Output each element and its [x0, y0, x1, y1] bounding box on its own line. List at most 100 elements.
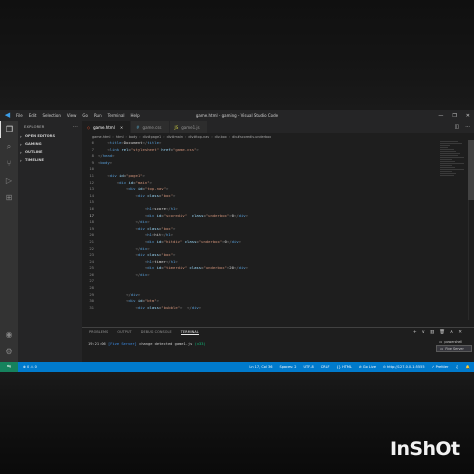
code-line[interactable]: 28 — [82, 285, 474, 292]
code-line[interactable]: 22 </div> — [82, 246, 474, 253]
breadcrumb-item[interactable]: html — [116, 135, 124, 139]
breadcrumb-item[interactable]: game.html — [92, 135, 110, 139]
minimap[interactable] — [440, 140, 466, 200]
tab-game-html[interactable]: ◇ game.html ✕ — [82, 121, 132, 133]
menu-edit[interactable]: Edit — [29, 113, 37, 118]
breadcrumb-item[interactable]: div#page1 — [143, 135, 162, 139]
minimize-icon[interactable]: — — [438, 113, 443, 119]
editor-scrollbar[interactable] — [468, 140, 474, 320]
menu-help[interactable]: Help — [131, 113, 140, 118]
code-token: class — [147, 304, 159, 310]
maximize-panel-icon[interactable]: ∧ — [450, 330, 453, 335]
code-line[interactable]: 12 <div id="main"> — [82, 180, 474, 187]
extensions-icon[interactable]: ⊞ — [0, 189, 18, 206]
code-token: > — [109, 159, 113, 165]
line-text: <title>Document</title> — [98, 140, 161, 147]
code-line[interactable]: 19 <div class="box"> — [82, 226, 474, 233]
search-icon[interactable]: ⌕ — [0, 138, 18, 155]
menu-file[interactable]: File — [16, 113, 23, 118]
tab-terminal[interactable]: TERMINAL — [180, 330, 199, 335]
accounts-icon[interactable]: ◉ — [0, 326, 18, 343]
menu-selection[interactable]: Selection — [42, 113, 60, 118]
code-line[interactable]: 11 <div id="page1"> — [82, 173, 474, 180]
notifications-bell-icon[interactable]: 🔔 — [466, 365, 470, 369]
problems-count[interactable]: ⊗ 0 ⚠ 0 — [23, 365, 37, 369]
go-live-button[interactable]: ⊘ Go Live — [359, 365, 376, 369]
line-text: <div id="hitdiv" class="underbox">0</div… — [98, 239, 241, 246]
code-line[interactable]: 27 — [82, 278, 474, 285]
indentation[interactable]: Spaces: 2 — [279, 365, 296, 369]
code-line[interactable]: 18 </div> — [82, 219, 474, 226]
encoding[interactable]: UTF-8 — [303, 365, 313, 369]
line-ending[interactable]: CRLF — [321, 365, 330, 369]
menu-terminal[interactable]: Terminal — [108, 113, 125, 118]
code-line[interactable]: 9 <body> — [82, 160, 474, 167]
section-gaming[interactable]: › GAMING — [18, 140, 82, 148]
code-line[interactable]: 25 <div id="timerdiv" class="underbox">2… — [82, 265, 474, 272]
code-line[interactable]: 13 <div id="top-nav"> — [82, 186, 474, 193]
menu-view[interactable]: View — [67, 113, 77, 118]
feedback-icon[interactable]: ♫ — [456, 365, 459, 369]
chevron-down-icon[interactable]: ∨ — [422, 330, 425, 335]
code-line[interactable]: 6 <title>Document</title> — [82, 140, 474, 147]
split-editor-icon[interactable]: ◫ — [454, 124, 459, 130]
code-line[interactable]: 30 <div id="btm"> — [82, 298, 474, 305]
code-token: > — [142, 172, 145, 178]
explorer-icon[interactable]: ❐ — [0, 121, 18, 138]
tab-problems[interactable]: PROBLEMS — [89, 330, 108, 334]
breadcrumb-separator-icon: › — [211, 134, 213, 139]
menu-run[interactable]: Run — [94, 113, 102, 118]
code-line[interactable]: 31 <div class="bubble"> </div> — [82, 305, 474, 312]
breadcrumb-item[interactable]: div.box — [215, 135, 227, 139]
code-line[interactable]: 8 </head> — [82, 153, 474, 160]
remote-indicator-icon[interactable]: ⇋ — [0, 362, 18, 372]
breadcrumb-item[interactable]: div#top-nav — [188, 135, 209, 139]
cursor-position[interactable]: Ln 17, Col 36 — [249, 365, 272, 369]
code-line[interactable]: 24 <h1>timer</h1> — [82, 259, 474, 266]
code-line[interactable]: 26 </div> — [82, 272, 474, 279]
tab-output[interactable]: OUTPUT — [117, 330, 131, 334]
section-outline[interactable]: › OUTLINE — [18, 148, 82, 156]
trash-icon[interactable]: 🗑 — [439, 330, 445, 335]
run-debug-icon[interactable]: ▷ — [0, 172, 18, 189]
code-line[interactable]: 15 — [82, 199, 474, 206]
source-control-icon[interactable]: ⑂ — [0, 155, 18, 172]
line-text: <div id="btm"> — [98, 298, 159, 305]
close-window-icon[interactable]: ✕ — [466, 113, 470, 119]
code-line[interactable]: 16 <h1>score</h1> — [82, 206, 474, 213]
new-terminal-icon[interactable]: + — [413, 330, 417, 335]
server-url[interactable]: ⊙ http://127.0.0.1:5555 — [383, 365, 425, 369]
close-panel-icon[interactable]: ✕ — [458, 330, 462, 335]
terminal-output[interactable]: 19:21:06 [Five Server] change detected g… — [88, 342, 206, 346]
scrollbar-thumb[interactable] — [468, 140, 474, 200]
section-open-editors[interactable]: › OPEN EDITORS — [18, 132, 82, 140]
terminal-item-powershell[interactable]: ▭ powershell — [436, 338, 472, 345]
menu-go[interactable]: Go — [82, 113, 88, 118]
split-terminal-icon[interactable]: ▥ — [430, 330, 434, 335]
code-line[interactable]: 21 <div id="hitdiv" class="underbox">0</… — [82, 239, 474, 246]
maximize-icon[interactable]: ❐ — [452, 113, 456, 119]
language-mode[interactable]: {} HTML — [337, 365, 352, 369]
breadcrumb-item[interactable]: div#scorediv.underbox — [232, 135, 271, 139]
more-actions-icon[interactable]: ··· — [73, 124, 78, 130]
tab-debug-console[interactable]: DEBUG CONSOLE — [141, 330, 172, 334]
tab-game1-js[interactable]: JS game1.js — [169, 121, 208, 133]
code-line[interactable]: 17 <div id="scorediv" class="underbox">0… — [82, 213, 474, 220]
close-tab-icon[interactable]: ✕ — [120, 125, 123, 130]
code-line[interactable]: 10 — [82, 166, 474, 173]
code-line[interactable]: 29 </div> — [82, 292, 474, 299]
manage-gear-icon[interactable]: ⚙ — [0, 343, 18, 360]
section-timeline[interactable]: › TIMELINE — [18, 156, 82, 164]
code-line[interactable]: 23 <div class="box"> — [82, 252, 474, 259]
tab-game-css[interactable]: # game.css — [131, 121, 170, 133]
code-line[interactable]: 7 <link rel="stylesheet" href="game.css"… — [82, 147, 474, 154]
code-line[interactable]: 14 <div class="box"> — [82, 193, 474, 200]
code-line[interactable]: 20 <h1>hit</h1> — [82, 232, 474, 239]
prettier-status[interactable]: ✓ Prettier — [432, 365, 449, 369]
more-actions-icon[interactable]: ··· — [465, 124, 470, 130]
terminal-item-five-server[interactable]: ▭ Five Server — [436, 345, 472, 352]
breadcrumb-item[interactable]: div#main — [167, 135, 183, 139]
breadcrumb-item[interactable]: body — [129, 135, 137, 139]
code-editor[interactable]: 6 <title>Document</title> 7 <link rel="st… — [82, 140, 474, 320]
